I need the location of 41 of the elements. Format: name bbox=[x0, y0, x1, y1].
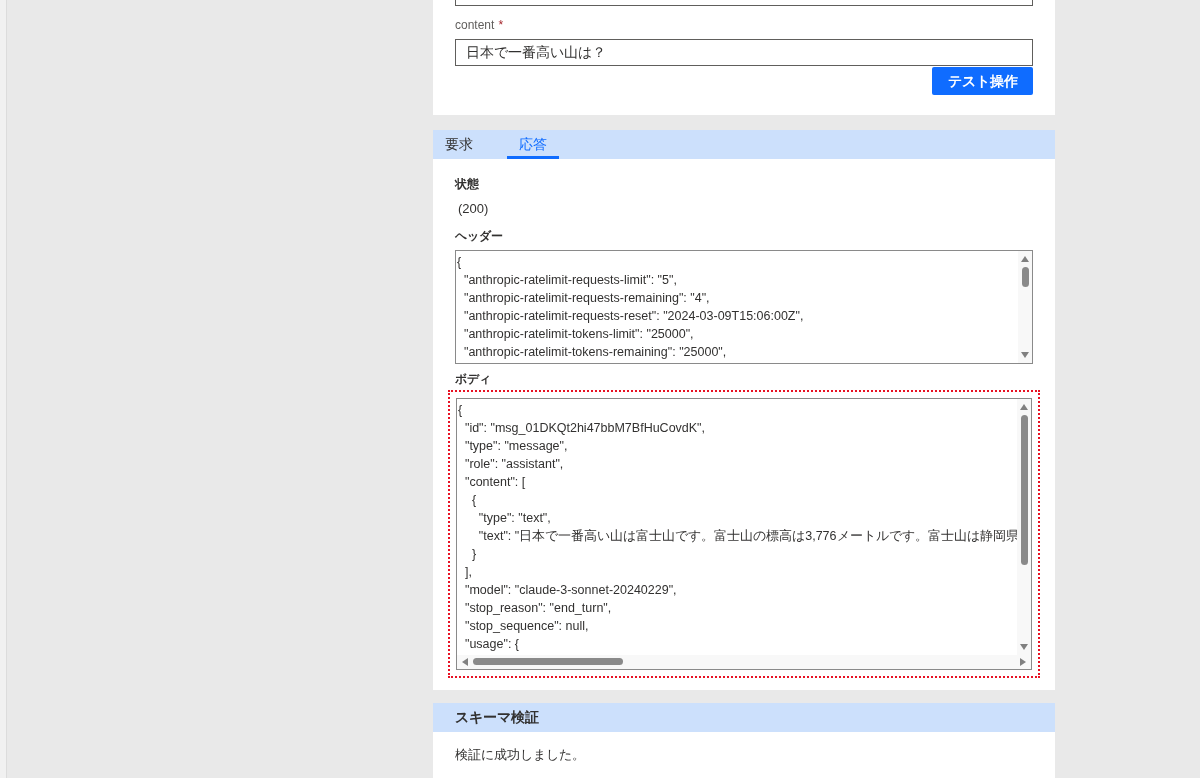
code-line: ], bbox=[463, 563, 472, 581]
scroll-down-icon[interactable] bbox=[1020, 350, 1030, 359]
code-line: "type": "message", bbox=[463, 437, 568, 455]
code-line: "anthropic-ratelimit-requests-reset": "2024-03-09T15:06:00Z", bbox=[462, 307, 804, 325]
code-line: "type": "text", bbox=[477, 509, 551, 527]
code-line: "content": [ bbox=[463, 473, 526, 491]
body-code-box[interactable] bbox=[448, 389, 1040, 678]
code-line: "role": "assistant", bbox=[463, 455, 564, 473]
code-line: "anthropic-ratelimit-requests-limit": "5", bbox=[462, 271, 677, 289]
code-line: { bbox=[457, 253, 462, 271]
scrollbar-thumb[interactable] bbox=[473, 658, 623, 666]
code-line: "id": "msg_01DKQt2hi47bbM7BfHuCovdK", bbox=[463, 419, 706, 437]
input-field[interactable] bbox=[455, 0, 1033, 6]
scrollbar-thumb[interactable] bbox=[1020, 414, 1028, 565]
scroll-right-icon[interactable] bbox=[1019, 656, 1027, 667]
scroll-up-icon[interactable] bbox=[1020, 254, 1030, 263]
code-line: "model": "claude-3-sonnet-20240229", bbox=[463, 581, 677, 599]
section-label: ボディ bbox=[455, 370, 491, 388]
schema-message: 検証に成功しました。 bbox=[455, 746, 585, 765]
section-label: ヘッダー bbox=[455, 227, 503, 245]
schema-title: スキーマ検証 bbox=[455, 708, 539, 728]
code-line: "stop_sequence": null, bbox=[463, 617, 589, 635]
code-line: "anthropic-ratelimit-tokens-limit": "25000", bbox=[462, 325, 694, 343]
code-line: "anthropic-ratelimit-tokens-remaining": "25000", bbox=[462, 343, 727, 361]
scroll-left-icon[interactable] bbox=[461, 656, 469, 667]
code-line: } bbox=[470, 545, 477, 563]
scrollbar-thumb[interactable] bbox=[1021, 266, 1029, 287]
code-line: { bbox=[470, 491, 477, 509]
section-label: 状態 bbox=[455, 176, 479, 194]
tab[interactable]: 要求 bbox=[445, 130, 473, 160]
code-line: { bbox=[458, 401, 463, 419]
code-line: "stop_reason": "end_turn", bbox=[463, 599, 612, 617]
input-field[interactable]: 日本で一番高い山は？ bbox=[455, 39, 1033, 66]
scroll-down-icon[interactable] bbox=[1019, 642, 1029, 651]
required-mark: * bbox=[498, 17, 504, 34]
code-line: "usage": { bbox=[463, 635, 519, 653]
test-button[interactable]: テスト操作 bbox=[932, 67, 1033, 95]
status-value: (200) bbox=[457, 200, 489, 219]
field-label: content bbox=[455, 17, 495, 34]
scroll-up-icon[interactable] bbox=[1019, 402, 1029, 411]
code-line: "anthropic-ratelimit-requests-remaining": "4", bbox=[462, 289, 710, 307]
